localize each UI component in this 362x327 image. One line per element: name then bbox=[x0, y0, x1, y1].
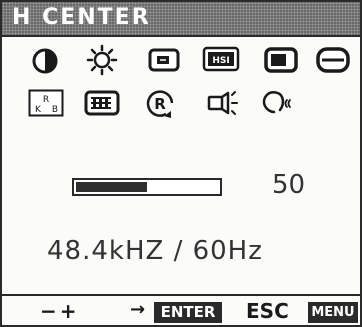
h-position-icon[interactable] bbox=[148, 48, 180, 72]
brightness-icon[interactable] bbox=[86, 44, 118, 76]
h-size-icon[interactable]: HSI bbox=[202, 46, 240, 72]
h-size-icon-label: HSI bbox=[212, 56, 229, 66]
geometry-icon[interactable] bbox=[260, 88, 292, 118]
adjustment-value: 50 bbox=[272, 170, 306, 200]
title-bar: H CENTER bbox=[2, 2, 360, 37]
menu-button[interactable]: MENU bbox=[308, 302, 358, 323]
adjustment-bar[interactable] bbox=[72, 178, 222, 196]
color-b-label: B bbox=[52, 105, 58, 115]
color-rgb-icon[interactable]: K R B bbox=[28, 89, 64, 117]
adjust-hint: −+ bbox=[40, 299, 80, 323]
v-size-icon[interactable] bbox=[316, 47, 350, 73]
enter-button[interactable]: ENTER bbox=[154, 302, 222, 323]
recall-icon[interactable]: R bbox=[144, 87, 178, 121]
osd-menu: H CENTER HSI K R B R 50 48.4kHZ / 60Hz −… bbox=[0, 0, 362, 327]
display-mode-icon[interactable] bbox=[84, 90, 120, 116]
contrast-icon[interactable] bbox=[30, 46, 60, 76]
page-title: H CENTER bbox=[12, 5, 151, 30]
footer-bar: −+ → ENTER ESC MENU bbox=[2, 294, 360, 327]
degauss-icon[interactable] bbox=[206, 88, 240, 118]
color-r-label: R bbox=[43, 95, 49, 105]
esc-label: ESC bbox=[246, 299, 289, 323]
recall-label: R bbox=[154, 95, 166, 113]
frequency-readout: 48.4kHZ / 60Hz bbox=[47, 236, 263, 266]
arrow-right-icon: → bbox=[130, 299, 146, 320]
v-position-icon[interactable] bbox=[264, 47, 298, 73]
adjustment-bar-fill bbox=[76, 182, 147, 192]
